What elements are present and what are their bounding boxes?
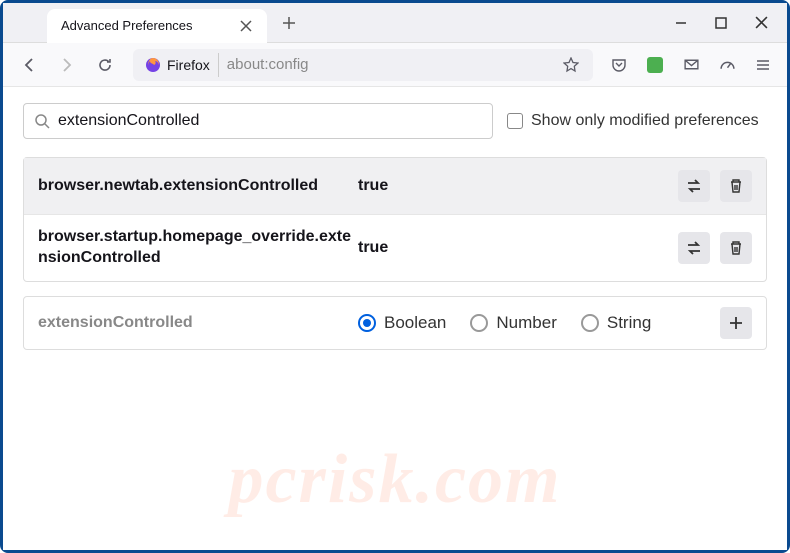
forward-button[interactable]	[51, 49, 83, 81]
pref-row: browser.newtab.extensionControlled true	[24, 158, 766, 214]
search-icon	[34, 113, 50, 129]
pref-value: true	[358, 177, 678, 195]
type-radio-group: Boolean Number String	[358, 313, 720, 333]
trash-icon	[728, 240, 744, 256]
pref-name: browser.newtab.extensionControlled	[38, 176, 358, 197]
pref-name: browser.startup.homepage_override.extens…	[38, 227, 358, 269]
radio-icon	[358, 314, 376, 332]
preferences-list: browser.newtab.extensionControlled true …	[23, 157, 767, 282]
identity-label: Firefox	[167, 57, 210, 73]
pref-value: true	[358, 239, 678, 257]
menu-icon[interactable]	[749, 51, 777, 79]
extension-icon[interactable]	[641, 51, 669, 79]
maximize-button[interactable]	[713, 15, 729, 31]
search-box[interactable]	[23, 103, 493, 139]
toggle-button[interactable]	[678, 232, 710, 264]
firefox-icon	[145, 57, 161, 73]
close-window-button[interactable]	[753, 15, 769, 31]
radio-label: Boolean	[384, 313, 446, 333]
show-modified-label: Show only modified preferences	[531, 112, 759, 130]
radio-icon	[470, 314, 488, 332]
new-pref-name: extensionControlled	[38, 314, 358, 332]
url-text: about:config	[219, 56, 309, 73]
bookmark-star-icon[interactable]	[563, 57, 589, 73]
search-input[interactable]	[58, 112, 482, 130]
radio-boolean[interactable]: Boolean	[358, 313, 446, 333]
swap-icon	[685, 239, 703, 257]
reload-button[interactable]	[89, 49, 121, 81]
close-tab-icon[interactable]	[239, 19, 253, 33]
inbox-icon[interactable]	[677, 51, 705, 79]
tab-title: Advanced Preferences	[61, 18, 193, 33]
radio-label: Number	[496, 313, 556, 333]
minimize-button[interactable]	[673, 15, 689, 31]
pref-row: browser.startup.homepage_override.extens…	[24, 214, 766, 281]
radio-icon	[581, 314, 599, 332]
radio-label: String	[607, 313, 651, 333]
watermark: pcrisk.com	[228, 440, 561, 520]
radio-number[interactable]: Number	[470, 313, 556, 333]
radio-string[interactable]: String	[581, 313, 651, 333]
swap-icon	[685, 177, 703, 195]
toggle-button[interactable]	[678, 170, 710, 202]
trash-icon	[728, 178, 744, 194]
pocket-icon[interactable]	[605, 51, 633, 79]
show-modified-toggle[interactable]: Show only modified preferences	[507, 112, 759, 130]
gauge-icon[interactable]	[713, 51, 741, 79]
identity-box[interactable]: Firefox	[137, 53, 219, 77]
toolbar: Firefox about:config	[3, 43, 787, 87]
address-bar[interactable]: Firefox about:config	[133, 49, 593, 81]
checkbox-icon	[507, 113, 523, 129]
window-controls	[673, 15, 787, 31]
new-pref-row: extensionControlled Boolean Number Strin…	[23, 296, 767, 350]
browser-tab[interactable]: Advanced Preferences	[47, 9, 267, 43]
delete-button[interactable]	[720, 170, 752, 202]
new-tab-button[interactable]	[275, 9, 303, 37]
back-button[interactable]	[13, 49, 45, 81]
plus-icon	[728, 315, 744, 331]
add-button[interactable]	[720, 307, 752, 339]
delete-button[interactable]	[720, 232, 752, 264]
titlebar: Advanced Preferences	[3, 3, 787, 43]
content-area: Show only modified preferences browser.n…	[3, 87, 787, 550]
